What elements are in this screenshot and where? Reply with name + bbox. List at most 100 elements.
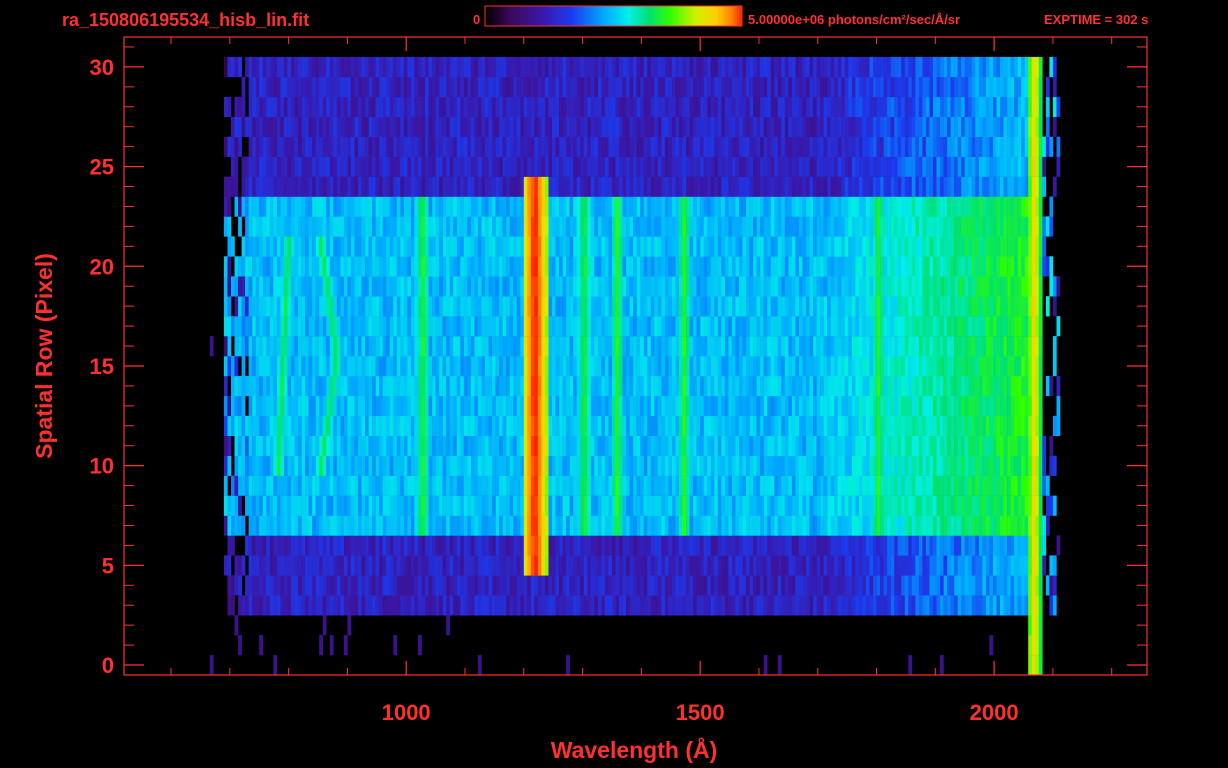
heatmap-cell bbox=[223, 395, 228, 417]
heatmap-cell bbox=[569, 356, 574, 377]
heatmap-cell bbox=[597, 455, 602, 476]
heatmap-cell bbox=[322, 356, 327, 377]
heatmap-cell bbox=[950, 196, 955, 217]
heatmap-cell bbox=[477, 395, 482, 417]
heatmap-cell bbox=[686, 375, 690, 397]
heatmap-cell bbox=[502, 296, 507, 317]
heatmap-cell bbox=[894, 555, 898, 576]
heatmap-cell bbox=[425, 435, 429, 456]
heatmap-cell bbox=[728, 336, 733, 357]
heatmap-cell bbox=[559, 256, 563, 277]
heatmap-cell bbox=[269, 176, 274, 197]
heatmap-cell bbox=[555, 535, 560, 556]
heatmap-cell bbox=[312, 495, 316, 516]
heatmap-cell bbox=[562, 415, 567, 436]
heatmap-cell bbox=[756, 395, 761, 417]
heatmap-cell bbox=[516, 435, 521, 456]
heatmap-cell bbox=[576, 495, 581, 516]
heatmap-cell bbox=[513, 395, 517, 417]
heatmap-cell bbox=[294, 575, 299, 596]
heatmap-cell bbox=[855, 375, 860, 397]
heatmap-cell bbox=[689, 575, 694, 596]
heatmap-cell bbox=[731, 216, 736, 237]
heatmap-cell bbox=[791, 575, 796, 596]
heatmap-cell bbox=[756, 535, 761, 556]
heatmap-cell bbox=[255, 176, 260, 197]
heatmap-cell bbox=[382, 475, 387, 496]
spectrum-image-chart: ra_150806195534_hisb_lin.fit 0 5.00000e+… bbox=[31, 5, 1148, 763]
heatmap-cell bbox=[403, 415, 408, 436]
heatmap-cell bbox=[594, 575, 599, 596]
heatmap-cell bbox=[693, 555, 697, 576]
heatmap-cell bbox=[943, 515, 948, 536]
heatmap-cell bbox=[650, 296, 655, 317]
heatmap-cell bbox=[414, 216, 419, 237]
heatmap-cell bbox=[298, 236, 302, 257]
heatmap-cell bbox=[746, 575, 750, 596]
heatmap-cell bbox=[280, 575, 285, 596]
heatmap-cell bbox=[1028, 216, 1032, 237]
heatmap-cell bbox=[287, 196, 292, 217]
heatmap-cell bbox=[276, 236, 281, 257]
heatmap-cell bbox=[601, 375, 606, 397]
heatmap-cell bbox=[982, 595, 987, 616]
heatmap-cell bbox=[619, 256, 623, 277]
heatmap-cell bbox=[248, 575, 253, 596]
heatmap-cell bbox=[231, 575, 235, 596]
heatmap-cell bbox=[463, 196, 468, 217]
heatmap-cell bbox=[940, 475, 944, 496]
heatmap-cell bbox=[414, 475, 419, 496]
heatmap-cell bbox=[728, 475, 733, 496]
heatmap-cell bbox=[753, 535, 757, 556]
heatmap-cell bbox=[291, 316, 295, 337]
heatmap-cell bbox=[365, 455, 369, 476]
heatmap-cell bbox=[696, 555, 701, 576]
heatmap-cell bbox=[446, 475, 450, 496]
heatmap-cell bbox=[545, 435, 549, 456]
heatmap-cell bbox=[358, 495, 362, 516]
heatmap-cell bbox=[336, 435, 341, 456]
heatmap-cell bbox=[798, 495, 803, 516]
heatmap-cell bbox=[971, 236, 976, 257]
heatmap-cell bbox=[943, 356, 948, 377]
heatmap-cell bbox=[280, 395, 285, 417]
heatmap-cell bbox=[594, 415, 599, 436]
heatmap-cell bbox=[467, 336, 472, 357]
heatmap-cell bbox=[326, 535, 330, 556]
heatmap-cell bbox=[435, 196, 440, 217]
heatmap-cell bbox=[499, 316, 503, 337]
heatmap-cell bbox=[234, 435, 239, 456]
heatmap-cell bbox=[463, 535, 468, 556]
heatmap-cell bbox=[227, 455, 232, 476]
heatmap-cell bbox=[273, 475, 278, 496]
heatmap-cell bbox=[922, 555, 927, 576]
heatmap-cell bbox=[294, 216, 299, 237]
heatmap-cell bbox=[802, 455, 807, 476]
heatmap-cell bbox=[474, 455, 479, 476]
heatmap-cell bbox=[308, 336, 313, 357]
heatmap-cell bbox=[985, 415, 990, 436]
heatmap-cell bbox=[975, 316, 980, 337]
heatmap-cell bbox=[933, 555, 937, 576]
heatmap-cell bbox=[248, 176, 253, 197]
heatmap-cell bbox=[597, 336, 602, 357]
heatmap-cell bbox=[329, 236, 334, 257]
heatmap-cell bbox=[650, 435, 655, 456]
heatmap-cell bbox=[566, 256, 570, 277]
heatmap-cell bbox=[968, 575, 973, 596]
heatmap-cell bbox=[552, 375, 556, 397]
heatmap-cell bbox=[908, 316, 913, 337]
heatmap-cell bbox=[530, 356, 535, 377]
heatmap-cell bbox=[537, 535, 542, 556]
heatmap-cell bbox=[901, 336, 905, 357]
heatmap-cell bbox=[640, 236, 644, 257]
heatmap-cell bbox=[269, 256, 274, 277]
heatmap-cell bbox=[227, 196, 232, 217]
heatmap-cell bbox=[308, 555, 313, 576]
heatmap-cell bbox=[432, 296, 436, 317]
heatmap-cell bbox=[361, 196, 366, 217]
heatmap-cell bbox=[749, 395, 754, 417]
heatmap-cell bbox=[425, 455, 429, 476]
heatmap-cell bbox=[816, 196, 821, 217]
heatmap-cell bbox=[329, 635, 334, 656]
